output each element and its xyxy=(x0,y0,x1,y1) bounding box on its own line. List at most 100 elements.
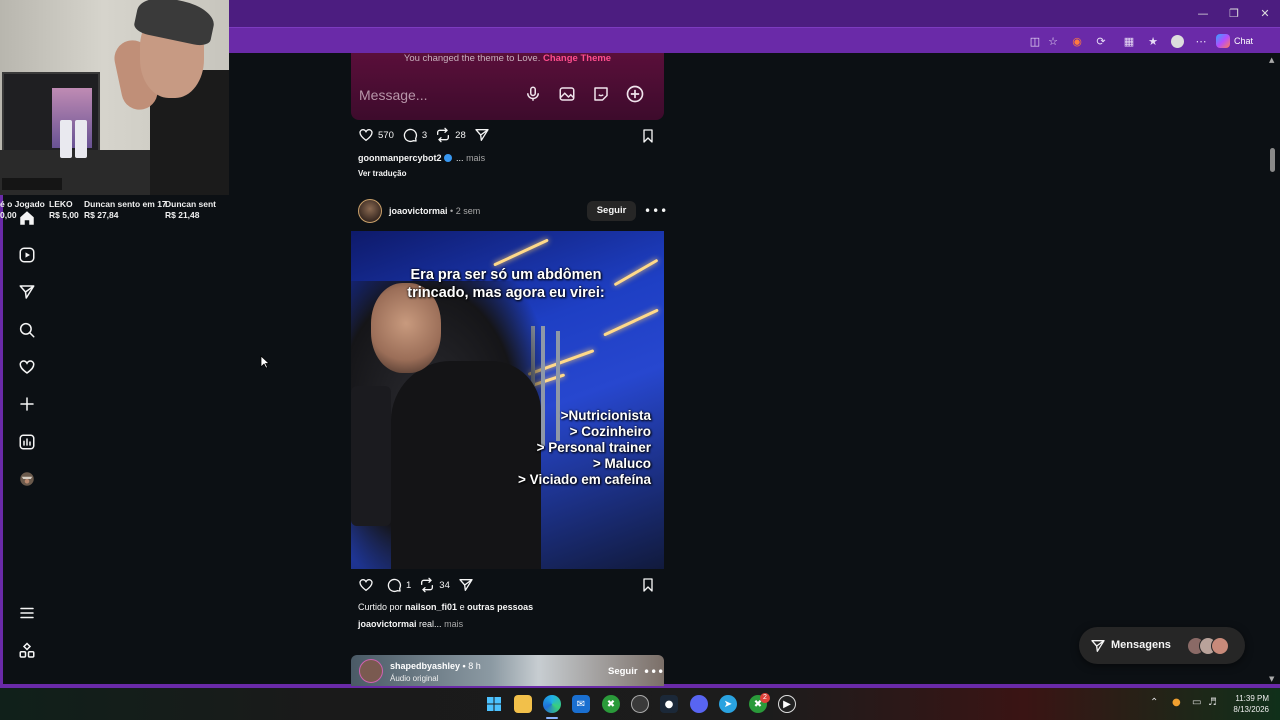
profile-icon[interactable] xyxy=(17,469,37,489)
image-list-item: > Personal trainer xyxy=(536,440,651,455)
chat-label: Chat xyxy=(1234,36,1254,46)
repost-count: 28 xyxy=(455,129,466,141)
repost-icon[interactable] xyxy=(419,577,435,593)
display-tray-icon[interactable]: ▭ xyxy=(1192,697,1201,708)
liked-by-user[interactable]: nailson_fi01 xyxy=(405,602,457,612)
copilot-chat-button[interactable]: Chat xyxy=(1216,32,1253,50)
donor-name: LEKO xyxy=(49,199,73,209)
share-icon[interactable] xyxy=(474,127,490,143)
scroll-up-icon[interactable]: ▲ xyxy=(1269,56,1274,64)
media-player-icon[interactable]: ▶ xyxy=(778,695,796,713)
follow-button[interactable]: Seguir xyxy=(587,201,636,221)
active-app-indicator xyxy=(546,717,558,719)
sticker-icon[interactable] xyxy=(591,84,611,104)
split-screen-icon[interactable]: ◫ xyxy=(1027,33,1043,49)
liked-by-others[interactable]: outras pessoas xyxy=(467,602,533,612)
volume-icon[interactable]: ♬ xyxy=(1208,697,1217,708)
xbox-icon[interactable]: ✖ xyxy=(602,695,620,713)
comment-icon[interactable] xyxy=(402,127,418,143)
notifications-icon[interactable] xyxy=(17,357,37,377)
direct-icon[interactable] xyxy=(17,282,37,302)
repost-count: 34 xyxy=(439,579,450,591)
close-icon[interactable]: ✕ xyxy=(1248,0,1280,27)
discord-icon[interactable] xyxy=(690,695,708,713)
steam-icon[interactable]: ● xyxy=(660,695,678,713)
menu-icon[interactable] xyxy=(17,603,37,623)
extension-icon[interactable]: ◉ xyxy=(1069,33,1085,49)
outlook-icon[interactable]: ✉ xyxy=(572,695,590,713)
avatar[interactable] xyxy=(358,199,382,223)
minimize-icon[interactable]: — xyxy=(1186,0,1220,27)
see-translation-link[interactable]: Ver tradução xyxy=(358,169,406,178)
donation-item: é o Jogador 0,00 xyxy=(0,199,45,221)
reels-icon[interactable] xyxy=(17,245,37,265)
post2-image[interactable]: Era pra ser só um abdômen trincado, mas … xyxy=(351,231,664,569)
more-options-icon[interactable]: ••• xyxy=(643,665,664,679)
post2-caption: joaovictormai real... mais xyxy=(358,619,463,629)
more-link[interactable]: mais xyxy=(444,619,463,629)
favorites-icon[interactable]: ★ xyxy=(1145,33,1161,49)
scroll-thumb[interactable] xyxy=(1270,148,1275,172)
direct-icon xyxy=(1090,638,1106,654)
image-icon[interactable] xyxy=(557,84,577,104)
donor-name: Duncan sento em 17 xyxy=(84,199,167,209)
webcam-can xyxy=(60,120,72,158)
share-icon[interactable] xyxy=(458,577,474,593)
settings-more-icon[interactable]: ⋯ xyxy=(1193,33,1209,49)
clock-date: 8/13/2026 xyxy=(1233,705,1269,714)
create-icon[interactable] xyxy=(17,394,37,414)
image-title-text: Era pra ser só um abdômen trincado, mas … xyxy=(407,267,605,301)
save-icon[interactable] xyxy=(640,577,656,593)
post3-header: shapedbyashley • 8 h Áudio original Segu… xyxy=(351,655,664,686)
copilot-icon xyxy=(1216,34,1230,48)
donation-item: Duncan sento em 17 R$ 27,84 xyxy=(84,199,167,221)
caption-username[interactable]: joaovictormai xyxy=(358,619,417,629)
add-circle-icon[interactable] xyxy=(625,84,645,104)
restore-icon[interactable]: ❐ xyxy=(1217,0,1251,27)
clock-time: 11:39 PM xyxy=(1235,694,1269,703)
post3-username[interactable]: shapedbyashley xyxy=(390,661,460,671)
edge-browser-icon[interactable] xyxy=(543,695,561,713)
obs-icon[interactable] xyxy=(631,695,649,713)
post1-username[interactable]: goonmanpercybot2 xyxy=(358,153,442,163)
extensions-icon[interactable]: ▦ xyxy=(1121,33,1137,49)
post2-actions: 1 34 xyxy=(358,577,474,593)
messages-button[interactable]: Mensagens xyxy=(1079,627,1245,664)
more-apps-icon[interactable] xyxy=(17,641,37,661)
search-icon[interactable] xyxy=(17,320,37,340)
comment-icon[interactable] xyxy=(386,577,402,593)
post1-caption: goonmanpercybot2 ... mais xyxy=(358,153,485,163)
message-input[interactable]: Message... xyxy=(359,87,427,103)
file-explorer-icon[interactable] xyxy=(514,695,532,713)
avatar[interactable] xyxy=(359,659,383,683)
like-icon[interactable] xyxy=(358,577,374,593)
scroll-down-icon[interactable]: ▼ xyxy=(1269,675,1274,683)
post2-user-line: joaovictormai • 2 sem xyxy=(389,206,481,216)
refresh-icon[interactable]: ⟳ xyxy=(1093,33,1109,49)
change-theme-link[interactable]: Change Theme xyxy=(543,53,611,64)
like-icon[interactable] xyxy=(358,127,374,143)
more-link[interactable]: mais xyxy=(466,153,485,163)
dashboard-icon[interactable] xyxy=(17,432,37,452)
telegram-icon[interactable]: ➤ xyxy=(719,695,737,713)
favorite-star-icon[interactable]: ☆ xyxy=(1045,33,1061,49)
theme-note-text: You changed the theme to Love. xyxy=(403,53,541,64)
system-clock[interactable]: 11:39 PM 8/13/2026 xyxy=(1225,693,1269,715)
tray-overflow-icon[interactable]: ⌃ xyxy=(1150,697,1158,708)
microphone-icon[interactable] xyxy=(523,84,543,104)
post2-header: joaovictormai • 2 sem Seguir ••• xyxy=(358,199,667,223)
liked-by-conjunction: e xyxy=(459,602,465,612)
repost-icon[interactable] xyxy=(435,127,451,143)
audio-label[interactable]: Áudio original xyxy=(390,674,438,683)
windows-start-icon[interactable] xyxy=(485,695,503,713)
save-icon[interactable] xyxy=(640,128,656,144)
more-options-icon[interactable]: ••• xyxy=(644,205,668,217)
follow-button[interactable]: Seguir xyxy=(608,666,638,677)
avatar xyxy=(1211,637,1229,655)
caption-text: real... xyxy=(419,619,442,629)
profile-avatar-icon[interactable] xyxy=(1169,33,1185,49)
post2-username[interactable]: joaovictormai xyxy=(389,206,448,216)
microphone-tray-icon[interactable]: ● xyxy=(1172,697,1181,708)
post3-time: 8 h xyxy=(468,661,481,671)
caption-ellipsis: ... xyxy=(456,153,464,163)
